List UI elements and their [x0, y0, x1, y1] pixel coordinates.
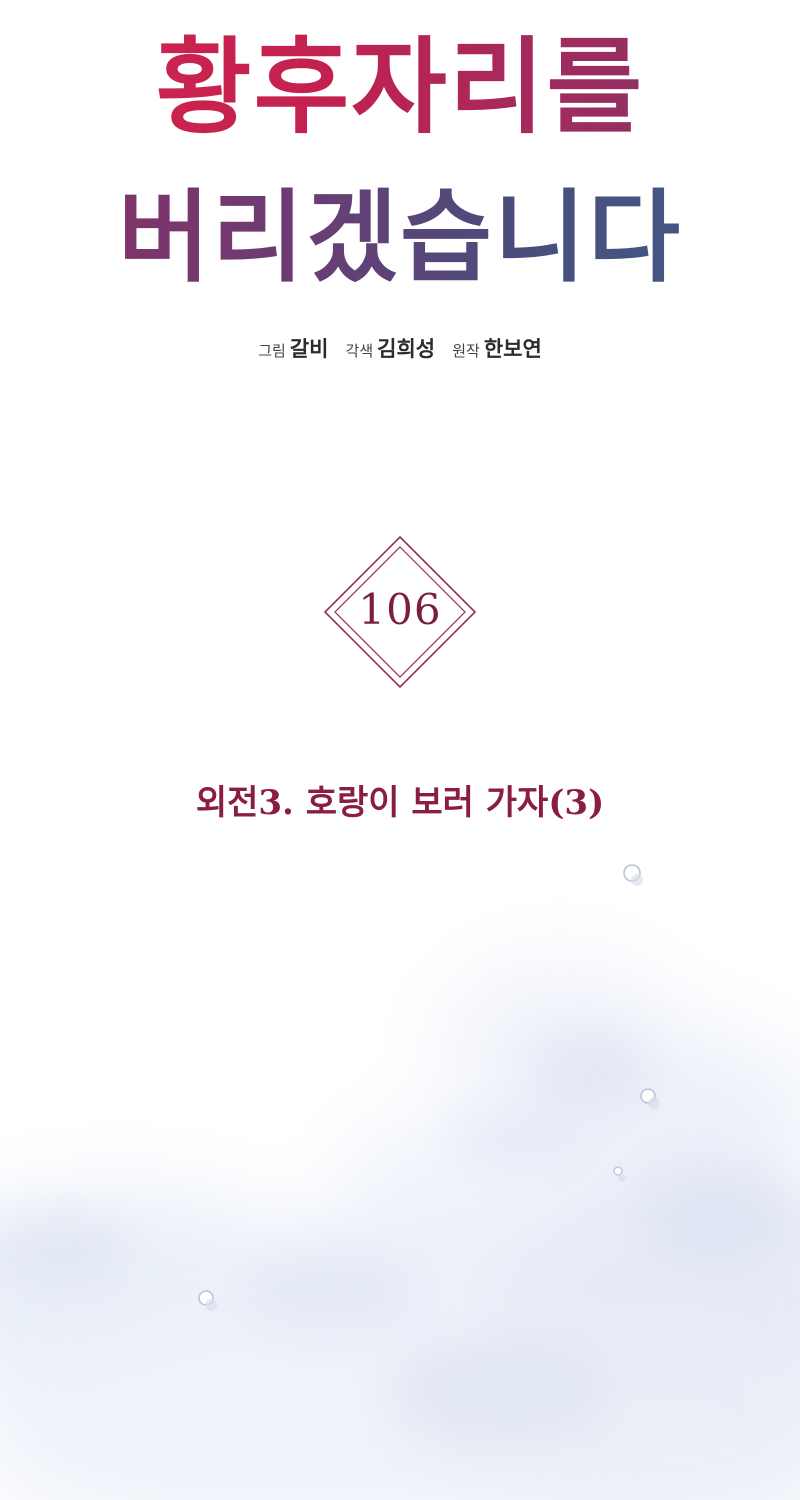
credit-role: 원작	[452, 342, 480, 360]
series-title-line-1: 황후자리를	[0, 22, 800, 152]
credit-art: 그림 갈비	[258, 333, 328, 363]
credit-name: 갈비	[289, 337, 329, 361]
series-title-line-2: 버리겠습니다	[0, 175, 800, 300]
credit-role: 각색	[345, 342, 374, 360]
credit-name: 김희성	[377, 337, 436, 361]
episode-title: 외전3. 호랑이 보러 가자(3)	[195, 783, 605, 823]
chapter-cover-page: 황후자리를 버리겠습니다 그림 갈비 각색 김희성 원작 한보연 106 외전3. 호…	[0, 0, 800, 1500]
episode-number: 106	[358, 585, 442, 634]
credit-adaptation: 각색 김희성	[346, 333, 436, 363]
credit-original: 원작 한보연	[452, 333, 542, 363]
credit-name: 한보연	[483, 337, 542, 361]
credits: 그림 갈비 각색 김희성 원작 한보연	[0, 333, 800, 363]
credit-role: 그림	[258, 342, 286, 360]
